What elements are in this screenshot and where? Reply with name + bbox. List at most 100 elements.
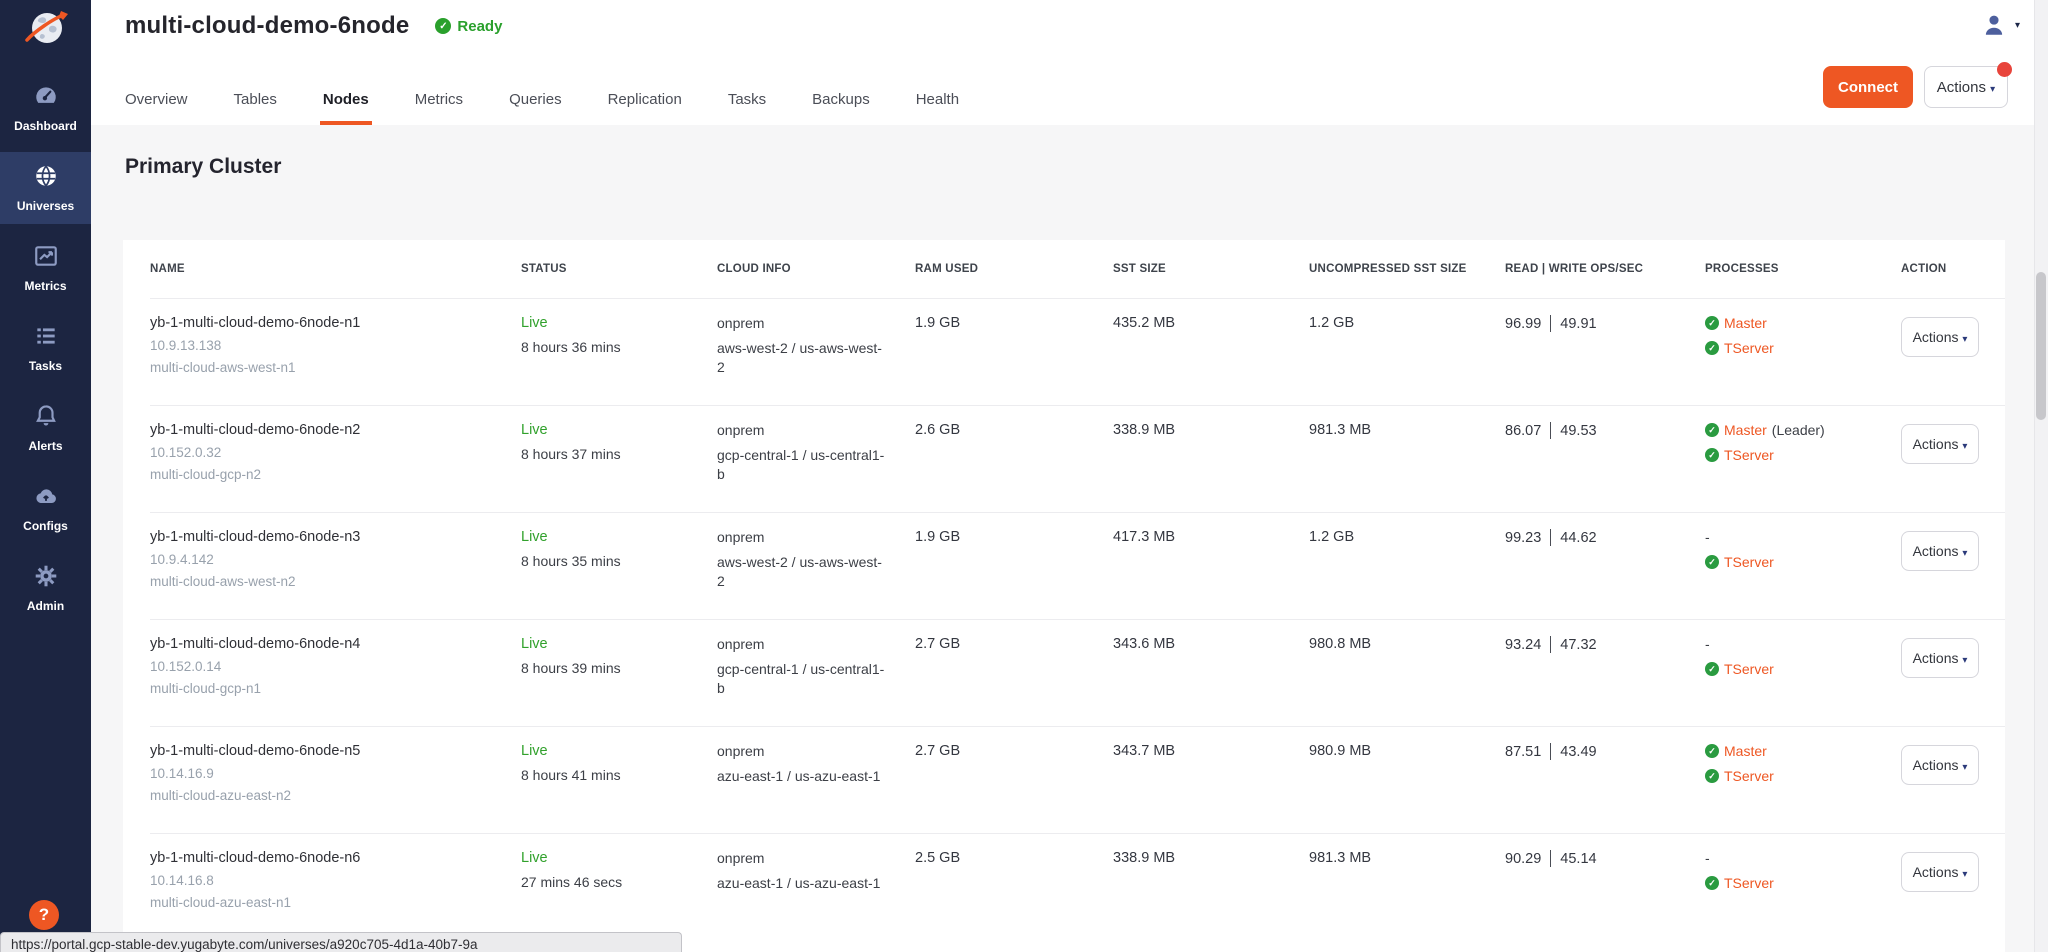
process-label[interactable]: TServer [1724,661,1774,677]
check-circle-icon: ✓ [435,18,451,34]
name-cell: yb-1-multi-cloud-demo-6node-n6 10.14.16.… [150,850,521,910]
check-circle-icon: ✓ [1705,769,1719,783]
connect-button[interactable]: Connect [1823,66,1913,108]
processes-cell: ✓Master (Leader)✓TServer [1705,422,1901,472]
row-actions-button[interactable]: Actions ▾ [1901,638,1979,678]
scrollbar-track[interactable] [2034,0,2048,952]
row-actions-button[interactable]: Actions ▾ [1901,531,1979,571]
process-label[interactable]: TServer [1724,768,1774,784]
read-write-ops-cell: 87.51 43.49 [1505,743,1705,760]
sidebar-item-label: Dashboard [14,119,77,133]
check-circle-icon: ✓ [1705,744,1719,758]
tab-nodes[interactable]: Nodes [323,73,369,125]
check-circle-icon: ✓ [1705,316,1719,330]
chevron-down-icon: ▾ [2015,20,2020,31]
ram-used-cell: 2.6 GB [915,422,1113,438]
sidebar-item-universes[interactable]: Universes [0,152,91,224]
action-cell: Actions ▾ [1901,636,2005,678]
topbar: multi-cloud-demo-6node ✓ Ready ▾ Overvie… [91,0,2048,125]
node-provider: onprem [717,315,915,331]
node-name-link[interactable]: yb-1-multi-cloud-demo-6node-n6 [150,850,521,866]
user-menu[interactable]: ▾ [1981,12,2020,38]
row-actions-label: Actions [1913,329,1959,345]
sidebar-item-metrics[interactable]: Metrics [0,232,91,304]
process-label[interactable]: Master [1724,315,1767,331]
pipe-divider [1550,743,1551,760]
node-name-link[interactable]: yb-1-multi-cloud-demo-6node-n5 [150,743,521,759]
sst-size-cell: 338.9 MB [1113,422,1309,438]
sidebar-item-dashboard[interactable]: Dashboard [0,72,91,144]
node-status: Live [521,850,717,866]
read-write-ops-cell: 96.99 49.91 [1505,315,1705,332]
scrollbar-thumb[interactable] [2036,272,2046,420]
row-actions-button[interactable]: Actions ▾ [1901,424,1979,464]
node-name-link[interactable]: yb-1-multi-cloud-demo-6node-n4 [150,636,521,652]
chevron-down-icon: ▾ [1962,655,1967,666]
node-name-link[interactable]: yb-1-multi-cloud-demo-6node-n3 [150,529,521,545]
process-line: ✓TServer [1705,554,1901,570]
tab-backups[interactable]: Backups [812,73,870,125]
name-cell: yb-1-multi-cloud-demo-6node-n2 10.152.0.… [150,422,521,482]
column-header: STATUS [521,263,717,275]
sidebar-item-label: Configs [23,519,68,533]
node-uptime: 8 hours 36 mins [521,339,717,355]
statusbar-url: https://portal.gcp-stable-dev.yugabyte.c… [0,932,682,952]
tab-health[interactable]: Health [916,73,959,125]
pipe-divider [1550,315,1551,332]
sidebar: Dashboard Universes Metrics Tasks Alerts… [0,0,91,952]
process-label[interactable]: TServer [1724,447,1774,463]
process-label[interactable]: TServer [1724,554,1774,570]
ram-used-cell: 1.9 GB [915,529,1113,545]
yugabyte-logo-icon[interactable] [20,6,72,54]
row-actions-button[interactable]: Actions ▾ [1901,745,1979,785]
sst-size-cell: 435.2 MB [1113,315,1309,331]
name-cell: yb-1-multi-cloud-demo-6node-n4 10.152.0.… [150,636,521,696]
write-ops: 49.91 [1560,316,1596,332]
action-cell: Actions ▾ [1901,743,2005,785]
process-label[interactable]: TServer [1724,340,1774,356]
row-actions-button[interactable]: Actions ▾ [1901,852,1979,892]
node-provider: onprem [717,422,915,438]
universes-icon [33,163,59,194]
node-provider: onprem [717,636,915,652]
node-uptime: 8 hours 41 mins [521,767,717,783]
name-cell: yb-1-multi-cloud-demo-6node-n1 10.9.13.1… [150,315,521,375]
sidebar-item-admin[interactable]: Admin [0,552,91,624]
sidebar-item-tasks[interactable]: Tasks [0,312,91,384]
row-actions-button[interactable]: Actions ▾ [1901,317,1979,357]
table-row: yb-1-multi-cloud-demo-6node-n4 10.152.0.… [150,619,2005,726]
cloud-info-cell: onprem gcp-central-1 / us-central1-b [717,636,915,698]
column-header: SST SIZE [1113,263,1309,275]
node-status: Live [521,422,717,438]
status-cell: Live 8 hours 35 mins [521,529,717,569]
write-ops: 45.14 [1560,851,1596,867]
process-label[interactable]: TServer [1724,875,1774,891]
tab-metrics[interactable]: Metrics [415,73,463,125]
read-ops: 90.29 [1505,851,1541,867]
process-line: ✓ TServer [1705,768,1901,784]
processes-cell: -✓TServer [1705,529,1901,579]
status-cell: Live 8 hours 37 mins [521,422,717,462]
table-header-row: NAMESTATUSCLOUD INFORAM USEDSST SIZEUNCO… [150,240,2005,298]
node-name-link[interactable]: yb-1-multi-cloud-demo-6node-n2 [150,422,521,438]
tab-replication[interactable]: Replication [608,73,682,125]
actions-dropdown-button[interactable]: Actions ▾ [1924,66,2008,108]
tab-overview[interactable]: Overview [125,73,188,125]
status-badge-label: Ready [457,18,502,35]
sidebar-item-configs[interactable]: Configs [0,472,91,544]
node-name-link[interactable]: yb-1-multi-cloud-demo-6node-n1 [150,315,521,331]
tab-bar: Overview Tables Nodes Metrics Queries Replica… [125,73,959,125]
process-label[interactable]: Master [1724,743,1767,759]
tab-queries[interactable]: Queries [509,73,562,125]
action-cell: Actions ▾ [1901,422,2005,464]
tab-tasks[interactable]: Tasks [728,73,766,125]
help-button[interactable]: ? [29,900,59,930]
tab-tables[interactable]: Tables [234,73,277,125]
section-title: Primary Cluster [125,155,281,179]
processes-cell: -✓TServer [1705,636,1901,686]
process-label[interactable]: Master [1724,422,1767,438]
chevron-down-icon: ▾ [1962,548,1967,559]
process-line: ✓Master (Leader) [1705,422,1901,438]
action-cell: Actions ▾ [1901,529,2005,571]
sidebar-item-alerts[interactable]: Alerts [0,392,91,464]
